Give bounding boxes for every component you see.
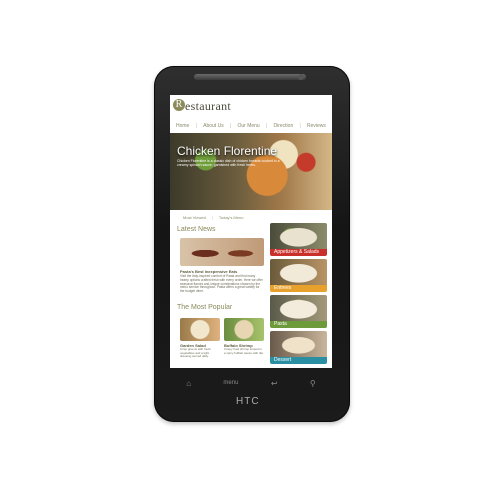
category-label: Dessert — [270, 357, 327, 364]
category-appetizers-salads[interactable]: Appetizers & Salads — [270, 223, 327, 256]
nav-reviews[interactable]: Reviews — [307, 123, 326, 129]
front-camera — [298, 74, 304, 80]
brand-logo: HTC — [236, 396, 260, 407]
content-tabs: Most Viewed | Today's Menu — [177, 212, 267, 223]
category-entrees[interactable]: Entrees — [270, 259, 327, 292]
earpiece-speaker — [194, 74, 306, 80]
latest-news-image[interactable] — [180, 238, 264, 266]
nav-home[interactable]: Home — [176, 123, 189, 129]
site-logo[interactable]: estaurant — [185, 99, 231, 114]
popular-item-image[interactable] — [224, 318, 264, 341]
popular-item-image[interactable] — [180, 318, 220, 341]
category-label: Appetizers & Salads — [270, 249, 327, 256]
category-dessert[interactable]: Dessert — [270, 331, 327, 364]
category-label: Entrees — [270, 285, 327, 292]
nav-separator: | — [265, 123, 268, 129]
popular-item-text: Crispy fried shrimp tossed in a spicy bu… — [224, 347, 264, 355]
nav-separator: | — [229, 123, 232, 129]
nav-separator: | — [195, 123, 197, 129]
site-header: R estaurant — [170, 95, 332, 118]
category-image — [270, 295, 327, 321]
category-image — [270, 259, 327, 285]
phone-screen: R estaurant Home | About Us | Our Menu |… — [170, 95, 332, 368]
category-label: Pasta — [270, 321, 327, 328]
back-icon[interactable]: ↩ — [271, 379, 278, 388]
latest-news-body: Visit the Italy-inspired comfort of Past… — [180, 274, 263, 294]
most-popular-heading: The Most Popular — [177, 304, 233, 311]
touch-key-bar: ⌂ menu ↩ ⚲ — [170, 372, 332, 394]
category-column: Appetizers & Salads Entrees Pasta Desser… — [270, 223, 327, 368]
menu-key-label[interactable]: menu — [223, 380, 238, 386]
hero-title: Chicken Florentine — [177, 144, 278, 158]
nav-about-us[interactable]: About Us — [203, 123, 224, 129]
tab-separator: | — [211, 215, 213, 220]
tab-most-viewed[interactable]: Most Viewed — [183, 215, 206, 220]
hero-description: Chicken Florentine is a classic dish of … — [177, 159, 280, 167]
search-icon[interactable]: ⚲ — [310, 379, 316, 388]
category-pasta[interactable]: Pasta — [270, 295, 327, 328]
nav-direction[interactable]: Direction — [274, 123, 294, 129]
category-image — [270, 223, 327, 249]
latest-news-heading: Latest News — [177, 226, 216, 233]
home-icon[interactable]: ⌂ — [186, 379, 191, 388]
left-column: Latest News Pasta's Best Inexpensive Eat… — [177, 226, 267, 368]
main-nav: Home | About Us | Our Menu | Direction |… — [176, 121, 326, 131]
logo-badge[interactable]: R — [173, 99, 185, 111]
popular-item-text: Crisp greens with fresh vegetables and a… — [180, 347, 211, 359]
tab-todays-menu[interactable]: Today's Menu — [219, 215, 244, 220]
category-image — [270, 331, 327, 357]
nav-separator: | — [299, 123, 301, 129]
nav-our-menu[interactable]: Our Menu — [237, 123, 259, 129]
